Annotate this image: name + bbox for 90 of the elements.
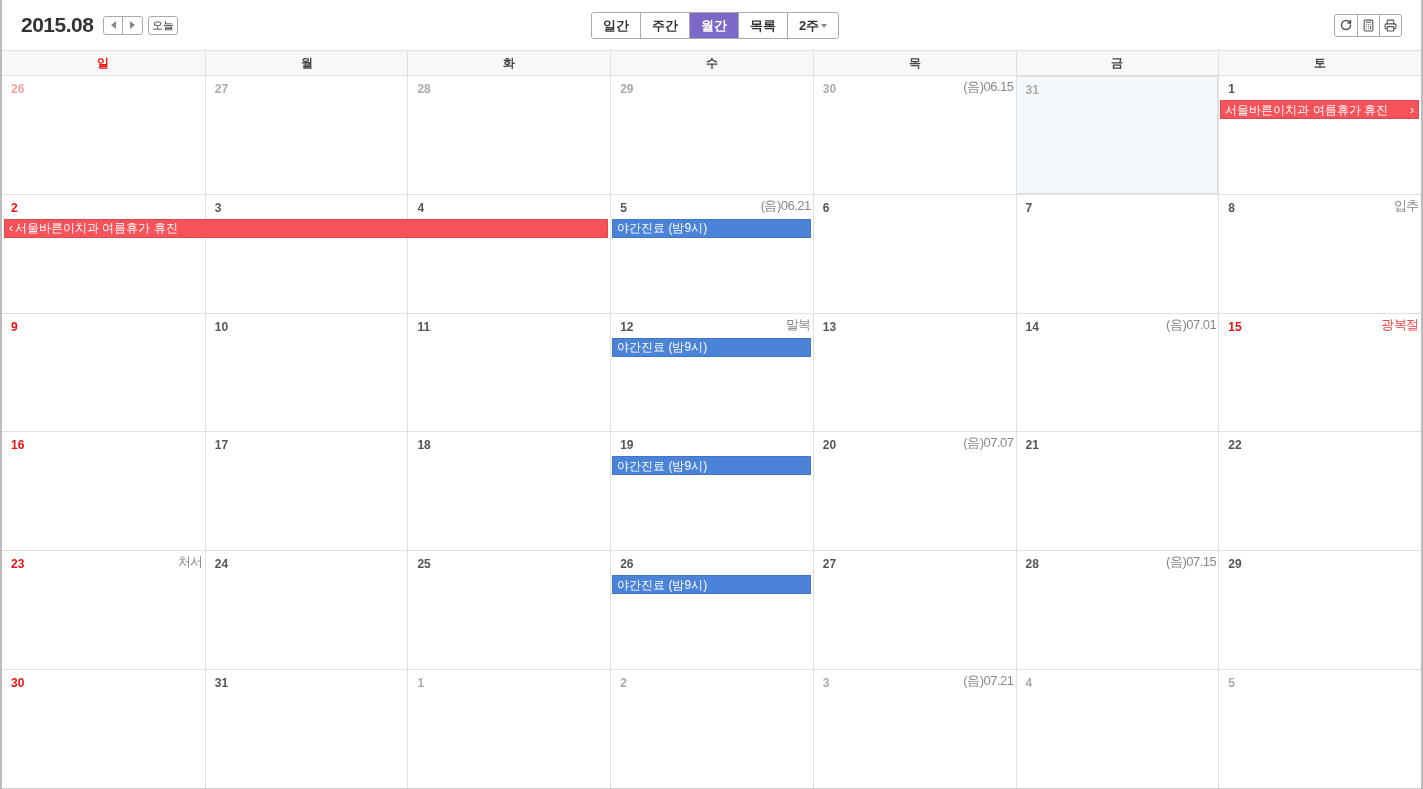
day-number: 3 xyxy=(214,199,222,217)
event-title: 서울바른이치과 여름휴가 휴진 xyxy=(1225,101,1389,119)
day-cell[interactable]: 3 (음)07.21 xyxy=(812,670,1016,695)
day-number: 26 xyxy=(620,556,634,574)
day-cell[interactable]: 14 (음)07.01 xyxy=(1015,313,1219,338)
day-number: 27 xyxy=(214,81,229,98)
day-cell[interactable]: 8 입추 xyxy=(1218,194,1421,219)
day-number: 1 xyxy=(1228,81,1235,98)
day-note: (음)07.15 xyxy=(1166,555,1217,570)
day-note: (음)06.21 xyxy=(760,198,811,213)
day-number: 20 xyxy=(822,437,837,455)
caret-icon xyxy=(821,23,828,28)
day-number: 9 xyxy=(11,318,18,336)
day-number: 5 xyxy=(1228,675,1235,693)
day-number: 29 xyxy=(620,81,634,98)
day-number: 24 xyxy=(214,556,229,574)
day-number: 30 xyxy=(822,81,837,98)
event-title: 서울바른이치과 여름휴가 휴진 xyxy=(15,220,179,238)
day-number: 27 xyxy=(822,556,837,574)
view-tab[interactable]: 2주 xyxy=(787,13,839,38)
day-cell[interactable]: 30 (음)06.15 xyxy=(812,76,1016,100)
day-number: 14 xyxy=(1025,318,1039,336)
weekday-header: 금 xyxy=(1015,51,1219,75)
day-number: 4 xyxy=(1025,675,1033,693)
day-number: 30 xyxy=(11,675,25,693)
weekday-header: 일 xyxy=(96,55,111,72)
day-number: 22 xyxy=(1228,437,1242,455)
day-number: 23 xyxy=(11,556,25,574)
event-bar[interactable]: 야간진료 (밤9시) xyxy=(612,456,811,476)
day-number: 28 xyxy=(417,81,431,98)
refresh-icon xyxy=(1340,19,1352,31)
day-number: 26 xyxy=(11,81,25,98)
day-number: 7 xyxy=(1025,199,1033,217)
day-number: 16 xyxy=(11,437,25,455)
triangle-right-icon xyxy=(130,21,136,29)
day-number: 31 xyxy=(1025,82,1039,99)
day-number: 4 xyxy=(417,199,425,217)
day-number: 10 xyxy=(214,318,229,336)
day-number: 13 xyxy=(822,318,837,336)
day-number: 8 xyxy=(1228,199,1235,217)
day-number: 28 xyxy=(1025,556,1039,574)
chevron-left-icon: ‹ xyxy=(9,219,13,238)
day-number: 31 xyxy=(214,675,229,693)
view-tab[interactable]: 월간 xyxy=(689,13,738,38)
day-number: 1 xyxy=(417,675,425,693)
day-cell[interactable]: 5 (음)06.21 xyxy=(610,194,813,219)
weekday-header: 화 xyxy=(407,51,611,75)
day-number: 3 xyxy=(822,675,830,693)
event-title: 야간진료 (밤9시) xyxy=(617,220,709,238)
day-note: 광복절 xyxy=(1381,317,1419,332)
event-title: 야간진료 (밤9시) xyxy=(617,576,709,594)
day-number: 5 xyxy=(620,199,627,217)
day-number: 29 xyxy=(1228,556,1242,574)
weekday-header: 목 xyxy=(812,51,1016,75)
day-number: 18 xyxy=(417,437,431,455)
calculator-icon xyxy=(1362,18,1375,32)
day-number: 25 xyxy=(417,556,431,574)
day-cell[interactable]: 28 (음)07.15 xyxy=(1015,551,1219,576)
day-note: (음)07.01 xyxy=(1166,317,1217,332)
day-note: (음)06.15 xyxy=(963,80,1014,94)
weekday-header: 토 xyxy=(1218,51,1421,75)
day-number: 15 xyxy=(1228,318,1242,336)
day-number: 17 xyxy=(214,437,229,455)
day-number: 12 xyxy=(620,318,634,336)
month-title: 2015.08 xyxy=(21,12,94,39)
today-button[interactable]: 오늘 xyxy=(148,15,179,35)
day-cell[interactable]: 12 말복 xyxy=(610,313,813,338)
event-bar[interactable]: 야간진료 (밤9시) xyxy=(612,337,811,357)
day-cell[interactable]: 20 (음)07.07 xyxy=(812,432,1016,457)
triangle-left-icon xyxy=(110,21,116,29)
day-note: 말복 xyxy=(785,317,811,332)
day-number: 19 xyxy=(620,437,634,455)
day-number: 2 xyxy=(11,199,18,217)
day-number: 11 xyxy=(417,318,431,336)
event-bar[interactable]: 야간진료 (밤9시) xyxy=(612,218,811,238)
weekday-header: 월 xyxy=(204,51,408,75)
event-title: 야간진료 (밤9시) xyxy=(617,339,709,357)
day-number: 6 xyxy=(822,199,830,217)
day-number: 21 xyxy=(1025,437,1039,455)
chevron-right-icon: › xyxy=(1410,100,1414,119)
event-title: 야간진료 (밤9시) xyxy=(617,458,709,475)
weekday-header: 수 xyxy=(610,51,813,75)
day-note: 입추 xyxy=(1394,198,1419,213)
day-number: 2 xyxy=(620,675,627,693)
day-cell[interactable]: 15 광복절 xyxy=(1218,313,1421,338)
event-bar[interactable]: 야간진료 (밤9시) xyxy=(612,575,811,595)
day-note: (음)07.21 xyxy=(963,674,1014,689)
day-note: 처서 xyxy=(177,555,203,570)
printer-icon xyxy=(1384,18,1397,32)
day-note: (음)07.07 xyxy=(963,436,1014,451)
